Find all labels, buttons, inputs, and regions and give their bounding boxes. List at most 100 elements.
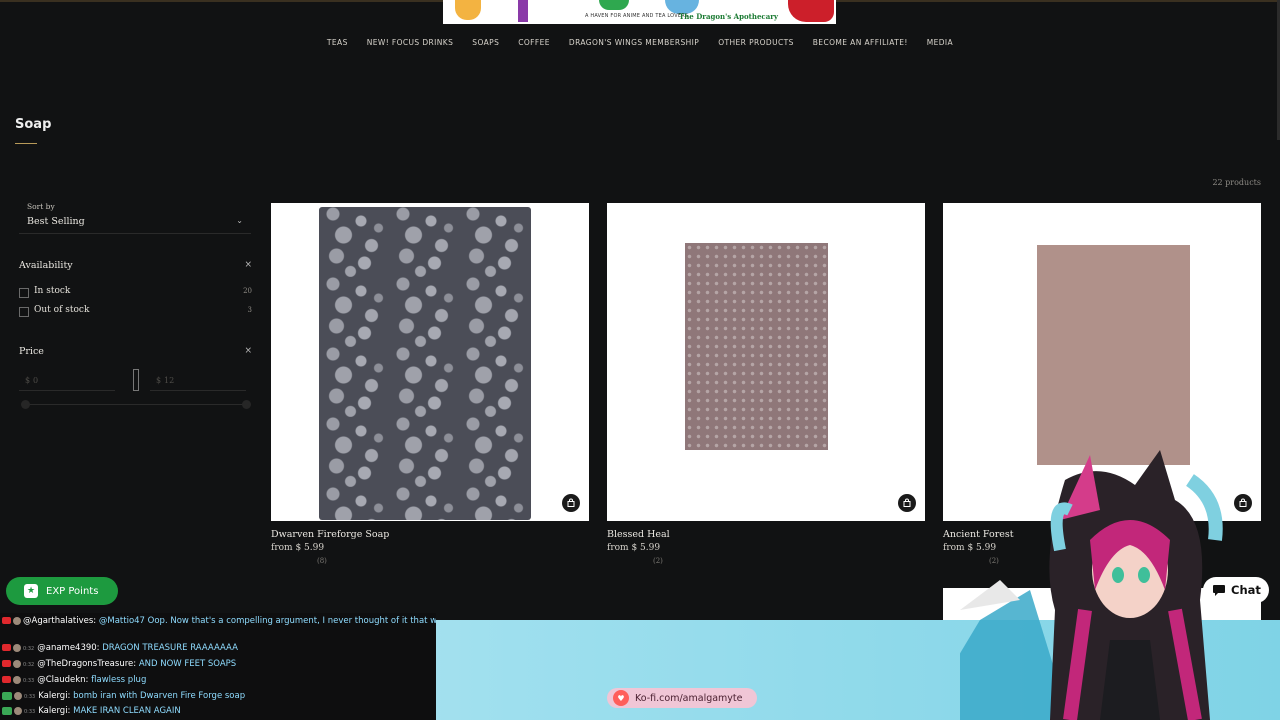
nav-item-soaps[interactable]: SOAPS	[472, 38, 499, 47]
avatar	[13, 659, 21, 668]
exp-points-button[interactable]: ★ EXP Points	[6, 577, 118, 605]
currency-symbol: $	[25, 376, 31, 385]
chat-message: 0:33 Kalergi: MAKE IRAN CLEAN AGAIN	[2, 706, 181, 720]
chat-text: @Mattio47 Oop. Now that's a compelling a…	[98, 616, 436, 626]
out-of-stock-count: 3	[247, 306, 252, 314]
price-min-placeholder: 0	[33, 376, 39, 385]
sort-label: Sort by	[27, 202, 55, 211]
nav-item-affiliate[interactable]: BECOME AN AFFILIATE!	[813, 38, 908, 47]
banner-art-dragon	[788, 0, 834, 22]
avatar	[13, 675, 21, 684]
kofi-link-text: Ko-fi.com/amalgamyte	[635, 692, 743, 704]
chat-message: 0:32 @TheDragonsTreasure: AND NOW FEET SO…	[2, 659, 236, 673]
bag-icon	[567, 498, 575, 507]
chat-message: 0:32 @aname4390: DRAGON TREASURE RAAAAAAA	[2, 643, 238, 657]
chat-text: MAKE IRAN CLEAN AGAIN	[73, 706, 181, 716]
soap-image-dark	[319, 207, 531, 520]
range-divider-handle[interactable]	[133, 369, 139, 391]
nav-item-teas[interactable]: TEAS	[327, 38, 348, 47]
product-image[interactable]	[607, 203, 925, 521]
kofi-badge: ♥ Ko-fi.com/amalgamyte	[607, 688, 757, 708]
filter-in-stock[interactable]: In stock 20	[19, 286, 252, 300]
banner-tagline: A HAVEN FOR ANIME AND TEA LOVERS	[585, 13, 689, 19]
price-max-placeholder: 12	[164, 376, 175, 385]
sort-value: Best Selling	[27, 216, 85, 227]
price-range-track[interactable]	[25, 404, 247, 405]
chat-message: @Agarthalatives: @Mattio47 Oop. Now that…	[2, 616, 436, 630]
product-price: from $ 5.99	[607, 543, 661, 553]
chat-text: DRAGON TREASURE RAAAAAAA	[102, 643, 238, 653]
product-image[interactable]	[271, 203, 589, 521]
review-count: (2)	[653, 557, 663, 565]
chat-username: Kalergi:	[38, 706, 71, 716]
youtube-icon	[2, 660, 11, 667]
filter-price-title: Price	[19, 346, 44, 357]
heart-icon: ♥	[613, 690, 629, 706]
chat-username: Kalergi:	[38, 691, 71, 701]
avatar	[13, 616, 21, 625]
title-underline	[15, 143, 37, 144]
nav-item-coffee[interactable]: COFFEE	[518, 38, 550, 47]
kick-icon	[2, 706, 12, 715]
page-title: Soap	[15, 117, 52, 132]
soap-image-pink	[685, 243, 828, 450]
avatar	[13, 643, 21, 652]
price-max-input[interactable]: $ 12	[150, 369, 246, 391]
sort-select[interactable]: Sort by Best Selling ⌄	[19, 198, 251, 234]
chat-username: @Claudekn:	[37, 675, 89, 685]
avatar	[14, 691, 22, 700]
youtube-icon	[2, 617, 11, 624]
chat-label: Chat	[1231, 583, 1261, 597]
in-stock-count: 20	[243, 287, 252, 295]
price-range-max-thumb[interactable]	[242, 400, 251, 409]
filter-availability-title: Availability	[19, 260, 73, 271]
checkbox-out-of-stock[interactable]	[19, 307, 29, 317]
chat-text: flawless plug	[91, 675, 147, 685]
youtube-icon	[2, 676, 11, 683]
price-min-input[interactable]: $ 0	[19, 369, 115, 391]
soap-image-tan	[1037, 245, 1190, 465]
nav-item-membership[interactable]: DRAGON'S WINGS MEMBERSHIP	[569, 38, 699, 47]
chat-widget-button[interactable]: Chat	[1203, 577, 1269, 603]
banner-art-yellow	[455, 0, 481, 20]
review-count: (8)	[317, 557, 327, 565]
nav-item-media[interactable]: MEDIA	[927, 38, 953, 47]
exp-points-label: EXP Points	[46, 585, 99, 597]
chat-username: @TheDragonsTreasure:	[37, 659, 137, 669]
main-nav: TEAS NEW! FOCUS DRINKS SOAPS COFFEE DRAG…	[0, 38, 1280, 47]
product-name[interactable]: Dwarven Fireforge Soap	[271, 529, 389, 540]
filter-availability-header[interactable]: Availability ×	[19, 260, 252, 271]
quick-add-button[interactable]	[898, 494, 916, 512]
filter-price-header[interactable]: Price ×	[19, 346, 252, 357]
chat-message: 0:33 @Claudekn: flawless plug	[2, 675, 146, 689]
youtube-icon	[2, 644, 11, 651]
nav-item-other-products[interactable]: OTHER PRODUCTS	[718, 38, 794, 47]
close-icon[interactable]: ×	[244, 346, 252, 356]
chat-text: bomb iran with Dwarven Fire Forge soap	[73, 691, 246, 701]
avatar	[14, 706, 22, 715]
bag-icon	[903, 498, 911, 507]
close-icon[interactable]: ×	[244, 260, 252, 270]
gift-icon: ★	[24, 584, 38, 598]
product-name[interactable]: Blessed Heal	[607, 529, 670, 540]
product-price: from $ 5.99	[271, 543, 325, 553]
product-count: 22 products	[1212, 178, 1261, 187]
store-banner[interactable]: A HAVEN FOR ANIME AND TEA LOVERS The Dra…	[443, 0, 836, 24]
in-stock-label: In stock	[34, 286, 71, 296]
quick-add-button[interactable]	[562, 494, 580, 512]
stream-chat-log: @Agarthalatives: @Mattio47 Oop. Now that…	[0, 613, 436, 720]
filter-out-of-stock[interactable]: Out of stock 3	[19, 305, 252, 319]
chat-text: AND NOW FEET SOAPS	[138, 659, 237, 669]
out-of-stock-label: Out of stock	[34, 305, 90, 315]
checkbox-in-stock[interactable]	[19, 288, 29, 298]
chat-bubble-icon	[1213, 584, 1225, 596]
chat-message: 0:33 Kalergi: bomb iran with Dwarven Fire…	[2, 691, 245, 705]
chat-username: @aname4390:	[37, 643, 100, 653]
currency-symbol: $	[156, 376, 162, 385]
price-range-min-thumb[interactable]	[21, 400, 30, 409]
chat-username: @Agarthalatives:	[23, 616, 97, 626]
chevron-down-icon: ⌄	[236, 216, 243, 225]
nav-item-focus-drinks[interactable]: NEW! FOCUS DRINKS	[367, 38, 454, 47]
banner-art-green	[599, 0, 629, 10]
kick-icon	[2, 691, 12, 700]
